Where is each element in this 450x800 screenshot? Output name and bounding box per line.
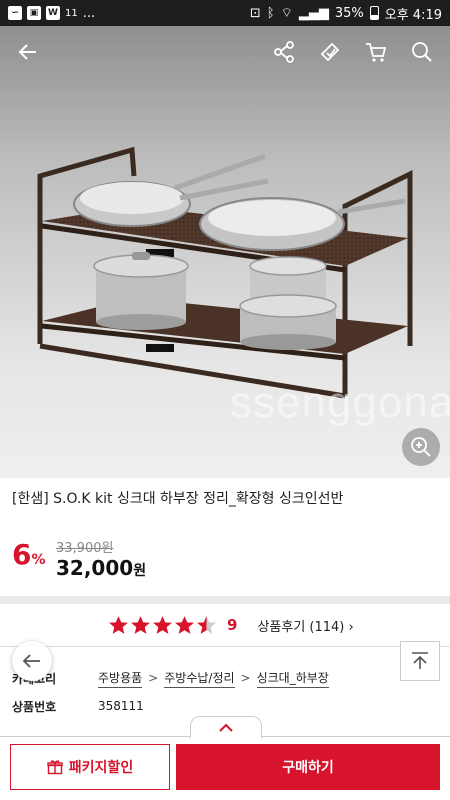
watermark: ssenggonaria <box>230 378 450 427</box>
rating-score: 9 <box>227 616 238 634</box>
floating-back-button[interactable] <box>12 641 52 681</box>
clock: 오후 4:19 <box>384 7 442 23</box>
review-link[interactable]: 상품후기 (114) › <box>257 616 353 635</box>
product-number-value: 358111 <box>98 699 144 713</box>
lock-icon: ⊡ <box>249 5 261 21</box>
back-arrow-icon[interactable] <box>10 34 46 70</box>
wifi-icon: ⌔ <box>280 6 293 21</box>
coupon-icon[interactable] <box>312 34 348 70</box>
arrow-left-icon <box>22 654 40 668</box>
chevron-up-icon <box>219 723 233 732</box>
rating-row[interactable]: 9 상품후기 (114) › <box>0 604 450 646</box>
thin-divider <box>0 646 450 647</box>
signal-icon: ▂▄▆ <box>298 5 329 21</box>
breadcrumb: 주방용품 > 주방수납/정리 > 싱크대_하부장 <box>98 669 329 688</box>
product-title: [한샘] S.O.K kit 싱크대 하부장 정리_확장형 싱크인선반 <box>12 491 344 507</box>
star-rating <box>108 615 217 635</box>
original-price: 33,900원 <box>56 541 114 556</box>
breadcrumb-separator: > <box>240 671 251 685</box>
product-number-label: 상품번호 <box>12 699 57 714</box>
scroll-top-button[interactable] <box>400 641 440 681</box>
expand-panel-tab[interactable] <box>190 716 262 738</box>
discount-number: 6 <box>12 538 32 571</box>
battery-percent: 35% <box>334 5 364 21</box>
breadcrumb-item[interactable]: 주방용품 <box>98 669 143 688</box>
buy-button[interactable]: 구매하기 <box>176 744 440 790</box>
product-info-table: 카테고리 주방용품 > 주방수납/정리 > 싱크대_하부장 상품번호 35811… <box>12 664 329 720</box>
package-discount-button[interactable]: 패키지할인 <box>10 744 170 790</box>
sale-price: 32,000원 <box>56 556 146 580</box>
share-icon[interactable] <box>266 34 302 70</box>
breadcrumb-item[interactable]: 주방수납/정리 <box>164 669 235 688</box>
status-right: ⊡ ᛒ ⌔ ▂▄▆ 35% 오후 4:19 <box>250 4 442 23</box>
top-nav <box>0 26 450 78</box>
app-w-icon: W <box>46 6 60 20</box>
gift-icon <box>47 760 63 775</box>
arrow-up-icon <box>412 652 428 669</box>
star-icon <box>175 616 194 634</box>
cart-icon[interactable] <box>358 34 394 70</box>
discount-rate: 6% <box>12 538 46 571</box>
breadcrumb-separator: > <box>148 671 159 685</box>
more-notifications: ... <box>82 5 96 21</box>
battery-icon <box>369 6 379 20</box>
star-icon <box>153 616 172 634</box>
bluetooth-icon: ᛒ <box>266 5 275 21</box>
zoom-in-icon[interactable] <box>402 428 440 466</box>
star-icon <box>197 616 216 634</box>
status-bar: ∽ ▣ W 11 ... ⊡ ᛒ ⌔ ▂▄▆ 35% 오후 4:19 <box>0 0 450 26</box>
sale-price-unit: 원 <box>133 563 147 579</box>
chevron-right-icon: › <box>348 619 354 635</box>
review-link-label: 상품후기 (114) <box>257 619 345 635</box>
product-number-row: 상품번호 358111 <box>12 692 329 720</box>
discount-percent: % <box>31 552 46 568</box>
gallery-icon: ▣ <box>27 6 41 20</box>
status-left: ∽ ▣ W 11 ... <box>8 6 95 21</box>
breadcrumb-item[interactable]: 싱크대_하부장 <box>256 669 329 688</box>
notification-badge: 11 <box>65 7 78 19</box>
star-icon <box>109 616 128 634</box>
category-row: 카테고리 주방용품 > 주방수납/정리 > 싱크대_하부장 <box>12 664 329 692</box>
package-discount-label: 패키지할인 <box>68 760 134 776</box>
product-image[interactable]: ssenggonaria <box>0 26 450 478</box>
search-icon[interactable] <box>404 34 440 70</box>
notification-icon: ∽ <box>8 6 22 20</box>
nav-actions <box>266 34 440 70</box>
section-divider <box>0 596 450 604</box>
sale-price-value: 32,000 <box>56 556 134 580</box>
star-icon <box>131 616 150 634</box>
